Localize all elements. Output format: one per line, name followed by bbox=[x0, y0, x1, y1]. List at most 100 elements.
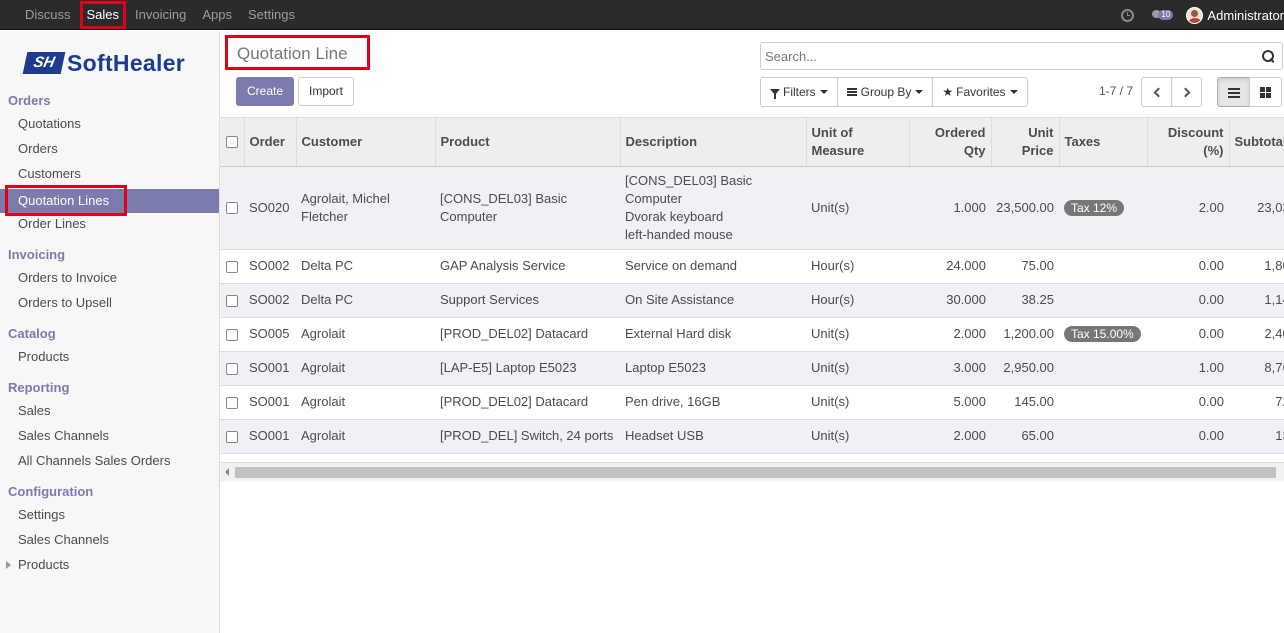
cell-discount: 0.00 bbox=[1147, 419, 1229, 454]
quotation-lines-table: Order Customer Product Description Unit … bbox=[220, 118, 1284, 454]
cell-qty: 2.000 bbox=[909, 317, 991, 352]
logo-text: SoftHealer bbox=[67, 49, 186, 76]
horizontal-scrollbar[interactable] bbox=[220, 462, 1284, 481]
cell-customer: Delta PC bbox=[296, 249, 435, 284]
sidebar-item-sales[interactable]: Sales bbox=[0, 399, 219, 423]
filters-button[interactable]: Filters bbox=[760, 77, 838, 107]
row-select-cell bbox=[220, 166, 244, 250]
cell-description: Headset USB bbox=[620, 419, 806, 454]
search-input[interactable] bbox=[765, 46, 1255, 66]
table-row[interactable]: SO001 Agrolait [PROD_DEL] Switch, 24 por… bbox=[220, 419, 1284, 454]
nav-discuss[interactable]: Discuss bbox=[17, 0, 79, 30]
kanban-view-button[interactable] bbox=[1249, 77, 1282, 107]
section-catalog: Catalog bbox=[8, 326, 56, 341]
row-checkbox[interactable] bbox=[226, 430, 238, 443]
cell-taxes bbox=[1059, 419, 1147, 454]
sidebar-item-config-sales-channels[interactable]: Sales Channels bbox=[0, 528, 219, 552]
cell-subtotal: 725.00 bbox=[1229, 385, 1284, 420]
row-checkbox[interactable] bbox=[226, 260, 238, 273]
sidebar-item-config-products[interactable]: Products bbox=[0, 553, 219, 577]
nav-invoicing[interactable]: Invoicing bbox=[127, 0, 194, 30]
create-button[interactable]: Create bbox=[236, 77, 294, 106]
cell-product: [PROD_DEL02] Datacard bbox=[435, 385, 620, 420]
caret-down-icon bbox=[915, 90, 924, 94]
row-checkbox[interactable] bbox=[226, 362, 238, 375]
cell-taxes: Tax 15.00% bbox=[1059, 317, 1147, 352]
nav-settings[interactable]: Settings bbox=[240, 0, 303, 30]
user-avatar[interactable] bbox=[1186, 6, 1204, 24]
header-taxes[interactable]: Taxes bbox=[1059, 118, 1148, 167]
row-checkbox[interactable] bbox=[226, 294, 238, 307]
cell-price: 1,200.00 bbox=[991, 317, 1059, 352]
cell-discount: 0.00 bbox=[1147, 283, 1229, 318]
pager-previous-button[interactable] bbox=[1141, 77, 1172, 107]
header-customer[interactable]: Customer bbox=[296, 118, 436, 167]
cell-uom: Unit(s) bbox=[806, 419, 909, 454]
table-row[interactable]: SO001 Agrolait [LAP-E5] Laptop E5023 Lap… bbox=[220, 351, 1284, 386]
list-view: Order Customer Product Description Unit … bbox=[220, 117, 1284, 457]
select-all-checkbox[interactable] bbox=[226, 136, 238, 149]
favorites-button[interactable]: ★ Favorites bbox=[932, 77, 1028, 107]
cell-description: External Hard disk bbox=[620, 317, 806, 352]
row-checkbox[interactable] bbox=[226, 202, 238, 215]
group-by-button[interactable]: Group By bbox=[836, 77, 934, 107]
chevron-left-icon bbox=[1153, 87, 1164, 98]
table-row[interactable]: SO002 Delta PC GAP Analysis Service Serv… bbox=[220, 249, 1284, 284]
description-line: Dvorak keyboard bbox=[625, 208, 724, 224]
cell-description: On Site Assistance bbox=[620, 283, 806, 318]
sidebar-item-quotations[interactable]: Quotations bbox=[0, 112, 219, 136]
sidebar-item-products[interactable]: Products bbox=[0, 345, 219, 369]
header-description[interactable]: Description bbox=[620, 118, 807, 167]
sidebar-item-orders[interactable]: Orders bbox=[0, 137, 219, 161]
header-ordered-qty[interactable]: Ordered Qty bbox=[909, 118, 992, 167]
header-product[interactable]: Product bbox=[435, 118, 621, 167]
sidebar-item-sales-channels[interactable]: Sales Channels bbox=[0, 424, 219, 448]
cell-description: Pen drive, 16GB bbox=[620, 385, 806, 420]
header-unit-price[interactable]: Unit Price bbox=[991, 118, 1060, 167]
header-discount[interactable]: Discount (%) bbox=[1147, 118, 1230, 167]
sidebar-item-label: Products bbox=[18, 557, 70, 572]
sidebar-item-all-channels-sales-orders[interactable]: All Channels Sales Orders bbox=[0, 449, 219, 473]
user-menu[interactable]: Administrator bbox=[1207, 8, 1284, 23]
row-select-cell bbox=[220, 283, 244, 318]
table-row[interactable]: SO002 Delta PC Support Services On Site … bbox=[220, 283, 1284, 318]
nav-apps[interactable]: Apps bbox=[194, 0, 240, 30]
header-subtotal[interactable]: Subtotal bbox=[1229, 118, 1284, 167]
nav-sales[interactable]: Sales bbox=[79, 0, 128, 30]
cell-description: Service on demand bbox=[620, 249, 806, 284]
scrollbar-thumb[interactable] bbox=[235, 467, 1276, 478]
activity-clock-icon[interactable] bbox=[1121, 8, 1135, 22]
scroll-left-icon[interactable] bbox=[225, 468, 229, 476]
import-button[interactable]: Import bbox=[298, 77, 354, 106]
row-checkbox[interactable] bbox=[226, 328, 238, 341]
sidebar-item-order-lines[interactable]: Order Lines bbox=[0, 212, 219, 236]
row-checkbox[interactable] bbox=[226, 396, 238, 409]
bars-icon bbox=[846, 88, 857, 96]
pager-value[interactable]: 1-7 / 7 bbox=[1099, 84, 1133, 98]
table-row[interactable]: SO020 Agrolait, Michel Fletcher [CONS_DE… bbox=[220, 166, 1284, 250]
cell-taxes bbox=[1059, 283, 1147, 318]
cell-description: [CONS_DEL03] Basic Computer Dvorak keybo… bbox=[620, 166, 806, 250]
select-all-cell bbox=[220, 118, 245, 167]
list-view-button[interactable] bbox=[1217, 77, 1250, 107]
view-switcher bbox=[1217, 77, 1282, 107]
sidebar: SH SoftHealer Orders Quotations Orders C… bbox=[0, 31, 220, 633]
table-row[interactable]: SO005 Agrolait [PROD_DEL02] Datacard Ext… bbox=[220, 317, 1284, 352]
section-invoicing: Invoicing bbox=[8, 247, 66, 262]
messaging-icon[interactable]: 10 bbox=[1152, 7, 1178, 23]
cell-uom: Unit(s) bbox=[806, 317, 909, 352]
cell-qty: 5.000 bbox=[909, 385, 991, 420]
header-unit-of-measure[interactable]: Unit of Measure bbox=[806, 118, 910, 167]
table-row[interactable]: SO001 Agrolait [PROD_DEL02] Datacard Pen… bbox=[220, 385, 1284, 420]
sidebar-item-customers[interactable]: Customers bbox=[0, 162, 219, 186]
cell-discount: 2.00 bbox=[1147, 166, 1229, 250]
header-order[interactable]: Order bbox=[244, 118, 297, 167]
expand-triangle-icon bbox=[6, 561, 11, 569]
sidebar-item-config-settings[interactable]: Settings bbox=[0, 503, 219, 527]
row-select-cell bbox=[220, 419, 244, 454]
sidebar-item-quotation-lines[interactable]: Quotation Lines bbox=[0, 185, 219, 216]
pager-next-button[interactable] bbox=[1171, 77, 1202, 107]
sidebar-item-orders-to-upsell[interactable]: Orders to Upsell bbox=[0, 291, 219, 315]
search-icon[interactable] bbox=[1262, 50, 1274, 62]
sidebar-item-orders-to-invoice[interactable]: Orders to Invoice bbox=[0, 266, 219, 290]
